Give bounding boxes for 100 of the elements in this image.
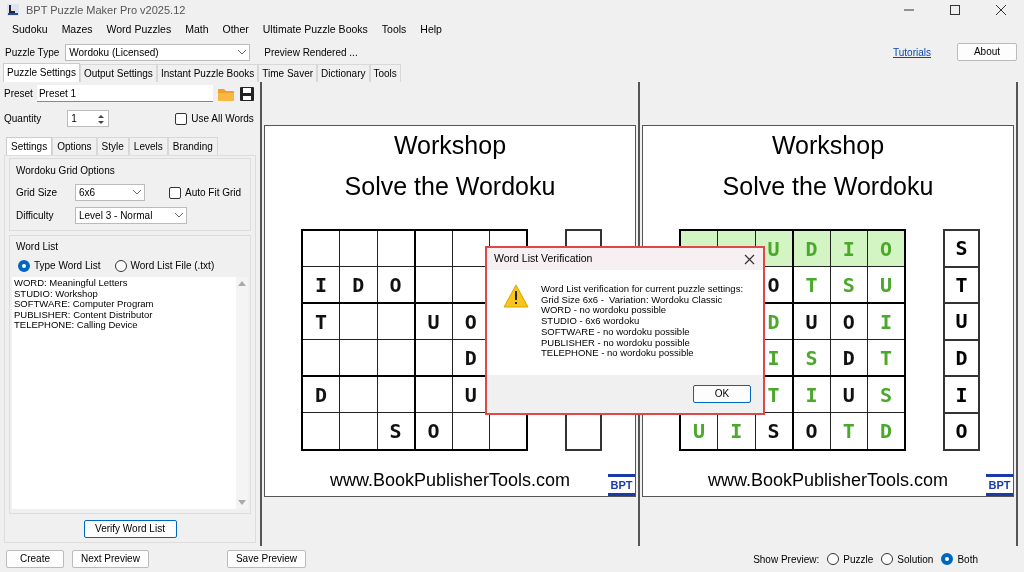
message-line: TELEPHONE - no wordoku possible bbox=[541, 348, 695, 359]
spinner-arrows-icon bbox=[97, 112, 106, 125]
dialog-title: Word List Verification bbox=[494, 251, 593, 267]
menu-item[interactable]: Math bbox=[179, 22, 215, 38]
radio-label: Both bbox=[957, 552, 978, 567]
radio-label: Type Word List bbox=[34, 259, 101, 273]
tab[interactable]: Instant Puzzle Books bbox=[156, 64, 259, 82]
menu-item[interactable]: Mazes bbox=[55, 22, 99, 38]
window-title: BPT Puzzle Maker Pro v2025.12 bbox=[26, 2, 186, 18]
tab[interactable]: Settings bbox=[6, 137, 53, 155]
group-title: Word List bbox=[16, 240, 60, 254]
save-icon[interactable] bbox=[238, 85, 255, 102]
tab[interactable]: Dictionary bbox=[317, 64, 370, 82]
maximize-icon[interactable] bbox=[950, 5, 960, 15]
website-url: www.BookPublisherTools.com bbox=[707, 469, 949, 492]
message-line: STUDIO - 6x6 wordoku bbox=[541, 316, 641, 327]
action-button[interactable]: Save Preview bbox=[226, 550, 307, 568]
grid-cell: D bbox=[339, 266, 377, 304]
grid-cell: I bbox=[830, 230, 868, 267]
chevron-down-icon bbox=[133, 190, 141, 195]
menu-item[interactable]: Other bbox=[216, 22, 255, 38]
grid-cell: S bbox=[830, 266, 868, 304]
brand-logo: BPT bbox=[608, 474, 635, 496]
message-line: Grid Size 6x6 - Variation: Wordoku Classic bbox=[541, 294, 723, 306]
grid-cell: O bbox=[867, 230, 905, 267]
field-label: Grid Size bbox=[16, 186, 59, 200]
field-label: Puzzle Type bbox=[5, 45, 60, 60]
word-box: S bbox=[944, 230, 979, 267]
tab[interactable]: Style bbox=[96, 137, 129, 155]
radio-button[interactable] bbox=[941, 553, 954, 565]
message-line: Word List verification for current puzzle settings: bbox=[541, 284, 744, 295]
close-icon[interactable] bbox=[996, 5, 1006, 15]
chevron-down-icon bbox=[238, 49, 247, 55]
tab[interactable]: Output Settings bbox=[79, 64, 157, 82]
tab[interactable]: Options bbox=[52, 137, 97, 155]
close-icon[interactable] bbox=[744, 253, 755, 265]
grid-cell: U bbox=[792, 303, 830, 340]
word-list-line: WORD: Meaningful Letters bbox=[14, 278, 129, 289]
radio-label: Word List File (.txt) bbox=[130, 259, 215, 273]
menu-item[interactable]: Help bbox=[414, 22, 448, 38]
quantity-spinner[interactable]: 1 bbox=[67, 110, 110, 127]
radio-button[interactable] bbox=[18, 259, 30, 272]
action-button[interactable]: Next Preview bbox=[72, 550, 149, 568]
word-box: I bbox=[944, 376, 979, 413]
grid-cell: O bbox=[830, 303, 868, 340]
tutorials-link[interactable]: Tutorials bbox=[893, 44, 931, 60]
puzzle-subtitle: Solve the Wordoku bbox=[344, 171, 556, 201]
checkbox[interactable] bbox=[175, 112, 188, 125]
grid-cell: S bbox=[792, 339, 830, 377]
word-list-line: PUBLISHER: Content Distributor bbox=[14, 309, 154, 321]
field-label: Difficulty bbox=[16, 209, 55, 223]
difficulty-dropdown[interactable]: Level 3 - Normal bbox=[75, 207, 187, 224]
tab[interactable]: Branding bbox=[167, 137, 218, 155]
tab[interactable]: Levels bbox=[128, 137, 168, 155]
menu-item[interactable]: Tools bbox=[375, 22, 413, 38]
puzzle-subtitle: Solve the Wordoku bbox=[722, 171, 934, 201]
puzzle-title: Workshop bbox=[771, 130, 885, 160]
chevron-down-icon bbox=[175, 213, 183, 218]
grid-cell: T bbox=[792, 266, 830, 304]
grid-cell: I bbox=[792, 376, 830, 413]
action-button[interactable]: Create bbox=[6, 550, 64, 568]
ok-button[interactable]: OK bbox=[693, 385, 751, 403]
brand-logo: BPT bbox=[986, 474, 1013, 496]
tab[interactable]: Time Saver bbox=[258, 64, 318, 82]
word-list-line: TELEPHONE: Calling Device bbox=[14, 320, 139, 331]
tab[interactable]: Puzzle Settings bbox=[3, 63, 80, 82]
grid-cell: U bbox=[830, 376, 868, 413]
grid-cell: U bbox=[414, 303, 452, 340]
radio-label: Puzzle bbox=[843, 552, 874, 567]
verify-word-list-button[interactable]: Verify Word List bbox=[83, 520, 177, 538]
menu-item[interactable]: Ultimate Puzzle Books bbox=[256, 22, 374, 38]
radio-button[interactable] bbox=[881, 553, 894, 565]
grid-cell: D bbox=[302, 376, 340, 413]
message-line: PUBLISHER - no wordoku possible bbox=[541, 337, 691, 349]
word-box: O bbox=[944, 412, 979, 450]
grid-cell: D bbox=[792, 230, 830, 267]
preset-field[interactable]: Preset 1 bbox=[36, 85, 213, 102]
status-text: Preview Rendered ... bbox=[264, 45, 358, 60]
about-button[interactable]: About bbox=[957, 43, 1017, 61]
grid-size-dropdown[interactable]: 6x6 bbox=[75, 184, 145, 201]
puzzle-type-dropdown[interactable]: Wordoku (Licensed) bbox=[65, 43, 251, 61]
puzzle-title: Workshop bbox=[393, 130, 507, 160]
grid-cell: T bbox=[302, 303, 340, 340]
radio-button[interactable] bbox=[827, 553, 840, 565]
radio-button[interactable] bbox=[114, 259, 127, 272]
checkbox-label: Use All Words bbox=[191, 112, 254, 126]
word-list-line: STUDIO: Workshop bbox=[14, 288, 99, 300]
word-box: T bbox=[944, 266, 979, 304]
website-url: www.BookPublisherTools.com bbox=[329, 469, 571, 492]
checkbox-label: Auto Fit Grid bbox=[185, 186, 242, 200]
menu-item[interactable]: Sudoku bbox=[6, 22, 54, 38]
tab[interactable]: Tools bbox=[369, 64, 401, 82]
word-list-line: SOFTWARE: Computer Program bbox=[14, 299, 155, 310]
checkbox[interactable] bbox=[169, 186, 181, 199]
grid-cell: O bbox=[377, 266, 415, 304]
radio-label: Solution bbox=[897, 552, 934, 567]
field-label: Preset bbox=[4, 87, 33, 101]
app-icon bbox=[6, 3, 20, 17]
field-label: Show Preview: bbox=[753, 552, 820, 567]
menu-item[interactable]: Word Puzzles bbox=[100, 22, 178, 38]
